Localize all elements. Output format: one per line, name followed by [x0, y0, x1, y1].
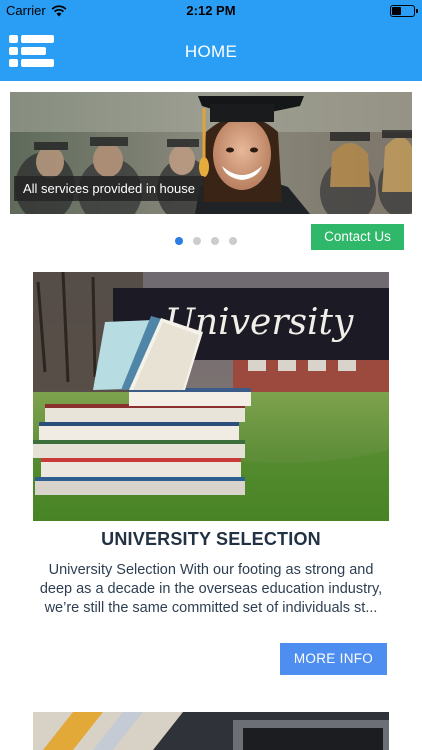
app-bar: HOME: [0, 22, 422, 81]
carousel-dot-4[interactable]: [229, 237, 237, 245]
university-books-photo: University: [33, 272, 389, 521]
laptop-books-photo: [33, 712, 389, 750]
university-card-image[interactable]: University: [33, 272, 389, 521]
status-bar: Carrier 2:12 PM: [0, 0, 422, 22]
carousel-dot-3[interactable]: [211, 237, 219, 245]
card-description: University Selection With our footing as…: [39, 562, 383, 616]
carousel-dot-1[interactable]: [175, 237, 183, 245]
contact-us-button[interactable]: Contact Us: [311, 224, 404, 250]
next-card-image[interactable]: [33, 712, 389, 750]
banner-caption: All services provided in house: [14, 176, 204, 201]
carousel-dots: [175, 237, 237, 245]
page-title: HOME: [184, 42, 238, 61]
card-title: UNIVERSITY SELECTION: [101, 529, 321, 549]
status-time: 2:12 PM: [186, 3, 236, 18]
carousel-dot-2[interactable]: [193, 237, 201, 245]
banner-carousel[interactable]: All services provided in house: [10, 92, 412, 214]
more-info-button[interactable]: MORE INFO: [280, 643, 387, 675]
battery-icon: [390, 5, 418, 17]
